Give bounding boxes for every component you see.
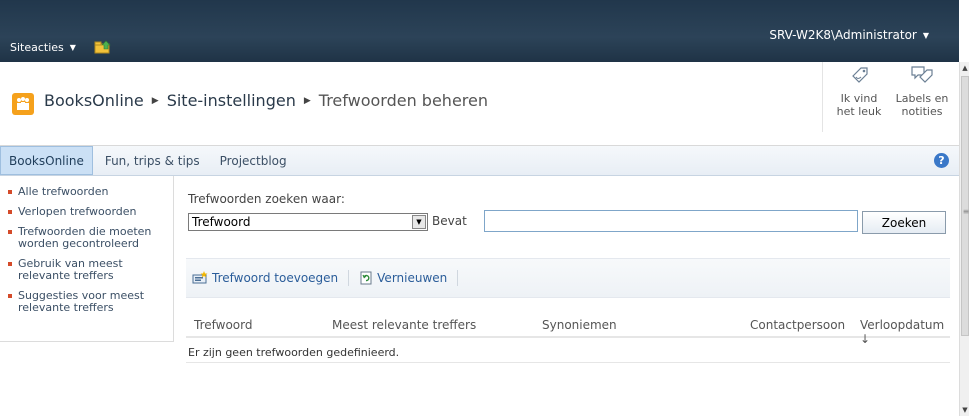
grid-separator <box>186 362 950 363</box>
refresh-label: Vernieuwen <box>377 271 448 285</box>
main-content: Trefwoorden zoeken waar: Trefwoord ▼ Bev… <box>186 176 950 396</box>
leftnav-item-all-keywords[interactable]: Alle trefwoorden <box>0 186 173 198</box>
like-button[interactable]: Ik vind het leuk <box>834 64 884 118</box>
grid-header: Trefwoord Meest relevante treffers Synon… <box>186 314 950 346</box>
left-navigation: Alle trefwoorden Verlopen trefwoorden Tr… <box>0 176 174 342</box>
site-actions-label: Siteacties <box>10 40 64 54</box>
tags-notes-button[interactable]: Labels en notities <box>893 64 951 118</box>
like-label-line1: Ik vind <box>840 92 878 105</box>
column-header-expiry-date[interactable]: Verloopdatum ↓ <box>860 318 950 346</box>
bullet-icon <box>8 262 12 266</box>
leftnav-item-expired-keywords[interactable]: Verlopen trefwoorden <box>0 206 173 218</box>
column-header-keyword[interactable]: Trefwoord <box>194 318 252 332</box>
leftnav-item-label: Trefwoorden die moeten worden gecontrole… <box>18 225 152 250</box>
scrollbar-thumb[interactable]: ≡ <box>961 76 969 336</box>
search-operator-label: Bevat <box>432 214 467 228</box>
chevron-down-icon: ▼ <box>922 30 929 40</box>
leftnav-item-label: Alle trefwoorden <box>18 185 109 198</box>
bullet-icon <box>8 190 12 194</box>
tags-label-line1: Labels en <box>895 92 949 105</box>
top-navigation: BooksOnline Fun, trips & tips Projectblo… <box>0 146 959 176</box>
column-header-synonyms[interactable]: Synoniemen <box>542 318 617 332</box>
user-name: SRV-W2K8\Administrator <box>769 28 917 42</box>
tab-projectblog[interactable]: Projectblog <box>212 146 295 175</box>
breadcrumb-arrow-icon: ▶ <box>303 95 311 106</box>
leftnav-item-label: Suggesties voor meest relevante treffers <box>18 289 145 314</box>
column-header-contact[interactable]: Contactpersoon <box>750 318 845 332</box>
search-button[interactable]: Zoeken <box>862 211 946 234</box>
tab-booksonline[interactable]: BooksOnline <box>0 146 93 175</box>
divider <box>822 62 823 132</box>
vertical-scrollbar[interactable]: ▲ ≡ ▼ <box>959 62 969 416</box>
site-actions-menu[interactable]: Siteacties ▼ <box>10 40 112 54</box>
divider <box>457 270 459 286</box>
toolbar: Trefwoord toevoegen Vernieuwen <box>186 258 950 298</box>
bullet-icon <box>8 294 12 298</box>
like-label-line2: het leuk <box>836 105 882 118</box>
scroll-up-icon[interactable]: ▲ <box>961 64 969 72</box>
add-keyword-button[interactable]: Trefwoord toevoegen <box>192 271 348 285</box>
user-menu[interactable]: SRV-W2K8\Administrator ▼ <box>769 28 929 42</box>
chevron-down-icon[interactable]: ▼ <box>412 215 426 229</box>
leftnav-item-label: Gebruik van meest relevante treffers <box>18 257 123 282</box>
page-title: Trefwoorden beheren <box>318 91 488 110</box>
like-tag-icon <box>852 67 868 83</box>
search-label: Trefwoorden zoeken waar: <box>188 192 345 206</box>
add-keyword-label: Trefwoord toevoegen <box>212 271 339 285</box>
column-header-best-bets[interactable]: Meest relevante treffers <box>332 318 476 332</box>
breadcrumb-site-settings[interactable]: Site-instellingen <box>167 91 296 110</box>
scroll-down-icon[interactable]: ▼ <box>961 406 969 414</box>
bullet-icon <box>8 230 12 234</box>
leftnav-item-label: Verlopen trefwoorden <box>18 205 137 218</box>
search-field-select[interactable]: Trefwoord ▼ <box>188 213 428 231</box>
empty-grid-message: Er zijn geen trefwoorden gedefinieerd. <box>188 346 400 359</box>
title-area: BooksOnline ▶ Site-instellingen ▶ Trefwo… <box>0 62 959 146</box>
leftnav-item-keywords-to-review[interactable]: Trefwoorden die moeten worden gecontrole… <box>0 226 173 250</box>
bullet-icon <box>8 210 12 214</box>
help-icon[interactable]: ? <box>934 153 949 168</box>
leftnav-item-best-bets-usage[interactable]: Gebruik van meest relevante treffers <box>0 258 173 282</box>
add-keyword-icon <box>192 271 208 284</box>
navigate-up-icon[interactable] <box>94 40 112 54</box>
tags-notes-icon <box>911 66 933 83</box>
tags-label-line2: notities <box>901 105 943 118</box>
chevron-down-icon: ▼ <box>69 42 76 52</box>
refresh-button[interactable]: Vernieuwen <box>359 271 457 285</box>
ribbon: Siteacties ▼ SRV-W2K8\Administrator ▼ <box>0 0 959 62</box>
breadcrumb-arrow-icon: ▶ <box>151 95 159 106</box>
leftnav-item-best-bets-suggestions[interactable]: Suggesties voor meest relevante treffers <box>0 290 173 314</box>
search-input[interactable] <box>484 210 858 232</box>
divider <box>348 270 350 286</box>
site-logo-icon[interactable] <box>12 93 34 115</box>
breadcrumb: BooksOnline ▶ Site-instellingen ▶ Trefwo… <box>44 91 488 110</box>
refresh-icon <box>360 271 372 285</box>
breadcrumb-site[interactable]: BooksOnline <box>44 91 144 110</box>
grip-icon: ≡ <box>962 207 969 216</box>
tab-fun-trips-tips[interactable]: Fun, trips & tips <box>97 146 208 175</box>
search-field-value: Trefwoord <box>192 215 251 229</box>
